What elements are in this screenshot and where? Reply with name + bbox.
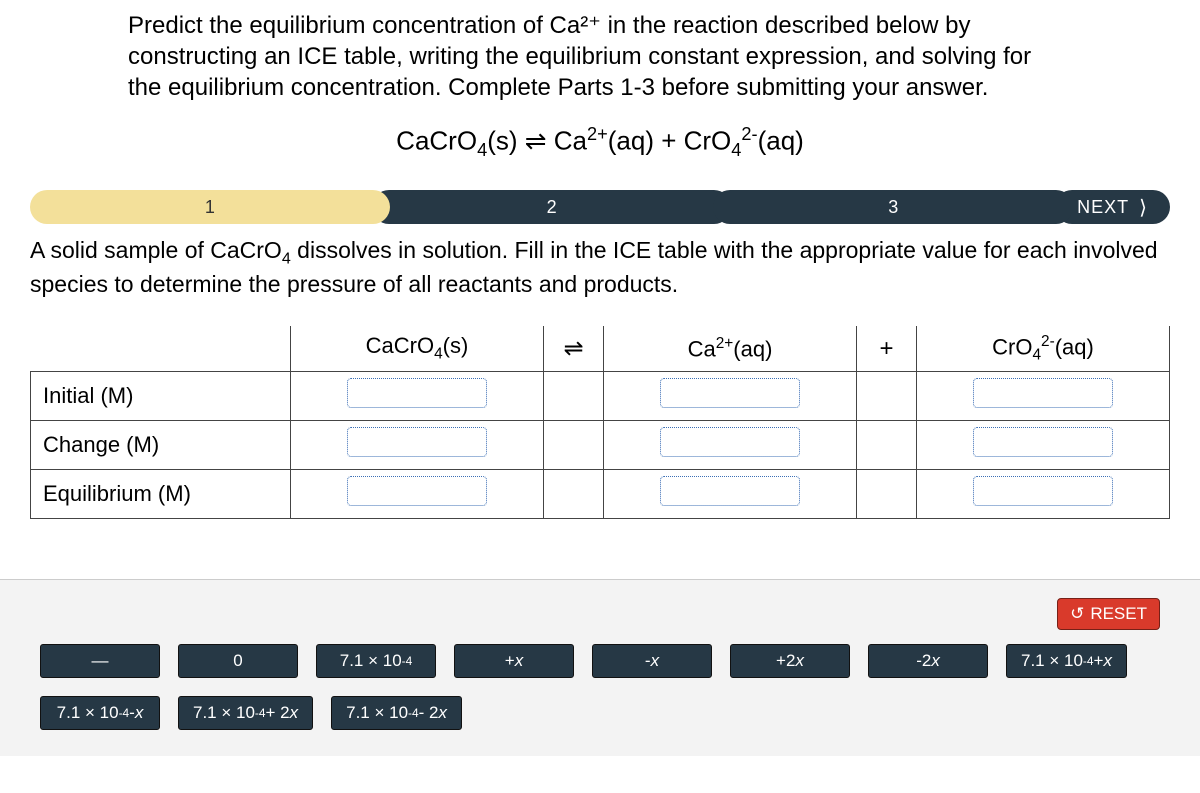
- drop-slot[interactable]: [660, 476, 800, 506]
- answer-tile[interactable]: 7.1 × 10-4 - x: [40, 696, 160, 730]
- answer-tile[interactable]: +x: [454, 644, 574, 678]
- drop-slot[interactable]: [973, 427, 1113, 457]
- table-row: Initial (M): [31, 372, 1170, 421]
- drop-slot[interactable]: [347, 427, 487, 457]
- drop-slot[interactable]: [347, 476, 487, 506]
- answer-tile[interactable]: +2x: [730, 644, 850, 678]
- drop-slot[interactable]: [973, 378, 1113, 408]
- step-2[interactable]: 2: [372, 190, 732, 224]
- step-1[interactable]: 1: [30, 190, 390, 224]
- answer-tile[interactable]: 7.1 × 10-4 - 2x: [331, 696, 462, 730]
- row-label-change: Change (M): [31, 421, 291, 470]
- reaction-equation: CaCrO4(s) ⇌ Ca2+(aq) + CrO42-(aq): [30, 124, 1170, 161]
- col-species-1: CaCrO4(s): [291, 326, 544, 372]
- undo-icon: ↺: [1070, 604, 1084, 624]
- answer-tile[interactable]: —: [40, 644, 160, 678]
- reset-label: RESET: [1090, 604, 1147, 624]
- row-label-equilibrium: Equilibrium (M): [31, 470, 291, 519]
- answer-tile[interactable]: -x: [592, 644, 712, 678]
- col-species-2: Ca2+(aq): [604, 326, 857, 372]
- answer-tile[interactable]: 7.1 × 10-4: [316, 644, 436, 678]
- answer-tile[interactable]: 7.1 × 10-4 + 2x: [178, 696, 313, 730]
- chevron-right-icon: ⟩: [1139, 195, 1148, 220]
- answer-tile[interactable]: 0: [178, 644, 298, 678]
- drop-slot[interactable]: [347, 378, 487, 408]
- table-row: Equilibrium (M): [31, 470, 1170, 519]
- reset-button[interactable]: ↺ RESET: [1057, 598, 1160, 630]
- answer-tile-tray: ↺ RESET — 0 7.1 × 10-4 +x -x +2x -2x 7.1 × 10-4…: [0, 579, 1200, 756]
- drop-slot[interactable]: [973, 476, 1113, 506]
- step-3[interactable]: 3: [713, 190, 1073, 224]
- question-prompt: Predict the equilibrium concentration of…: [128, 10, 1048, 104]
- ice-table: CaCrO4(s) ⇌ Ca2+(aq) + CrO42-(aq) Initia…: [30, 326, 1170, 520]
- col-species-3: CrO42-(aq): [917, 326, 1170, 372]
- answer-tile[interactable]: 7.1 × 10-4 + x: [1006, 644, 1127, 678]
- col-op-plus: +: [857, 326, 917, 372]
- step-instruction: A solid sample of CaCrO4 dissolves in so…: [30, 236, 1170, 299]
- drop-slot[interactable]: [660, 427, 800, 457]
- next-label: NEXT: [1077, 197, 1129, 218]
- col-op-equil: ⇌: [544, 326, 604, 372]
- step-nav: 1 2 3 NEXT ⟩: [30, 190, 1170, 224]
- drop-slot[interactable]: [660, 378, 800, 408]
- row-label-initial: Initial (M): [31, 372, 291, 421]
- table-row: Change (M): [31, 421, 1170, 470]
- tile-row: — 0 7.1 × 10-4 +x -x +2x -2x 7.1 × 10-4 + x 7.1 …: [40, 644, 1160, 730]
- answer-tile[interactable]: -2x: [868, 644, 988, 678]
